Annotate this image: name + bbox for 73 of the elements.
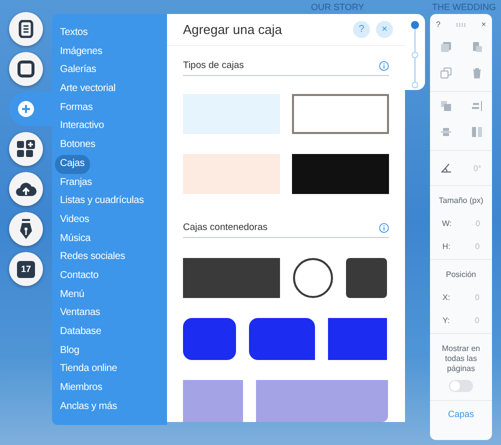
panel-title: Agregar una caja xyxy=(183,22,284,37)
rail-button[interactable] xyxy=(9,132,43,166)
drag-handle-icon[interactable] xyxy=(456,22,466,26)
site-nav-link[interactable]: THE WEDDING xyxy=(432,2,496,12)
layers-button[interactable]: Capas xyxy=(430,401,492,427)
menu-item[interactable]: Ventanas xyxy=(55,304,106,323)
menu-item[interactable]: Imágenes xyxy=(55,42,108,62)
container-preset[interactable] xyxy=(183,318,236,360)
menu-item[interactable]: Tienda online xyxy=(55,360,122,380)
field-label: X: xyxy=(442,293,450,302)
rotation-value[interactable]: 0° xyxy=(474,164,482,172)
size-value[interactable]: 0 xyxy=(476,219,480,228)
menu-item[interactable]: Franjas xyxy=(55,174,97,192)
document-icon xyxy=(18,20,34,38)
rail-button[interactable] xyxy=(9,212,43,246)
menu-item[interactable]: Anclas y más xyxy=(55,398,122,416)
distribute-icon[interactable] xyxy=(440,126,452,138)
pen-nib-icon xyxy=(19,218,33,240)
menu-item[interactable]: Formas xyxy=(55,98,98,118)
help-button[interactable]: ? xyxy=(353,21,370,38)
field-label: Y: xyxy=(442,316,450,325)
close-button[interactable]: × xyxy=(376,21,393,38)
rail-button[interactable] xyxy=(9,12,43,46)
section-title: Posición xyxy=(446,270,476,279)
plus-icon xyxy=(18,101,34,117)
position-value[interactable]: 0 xyxy=(474,316,480,325)
paste-icon[interactable] xyxy=(470,41,482,53)
angle-icon xyxy=(440,163,452,173)
menu-item[interactable]: Database xyxy=(55,323,106,342)
menu-item[interactable]: Interactivo xyxy=(55,117,109,136)
section-title: Tamaño (px) xyxy=(438,196,484,205)
arrange-icon[interactable] xyxy=(440,100,452,112)
position-value[interactable]: 0 xyxy=(475,293,480,302)
align-icon[interactable] xyxy=(470,100,482,112)
help-button[interactable]: ? xyxy=(436,20,440,29)
square-icon xyxy=(17,60,35,78)
menu-item[interactable]: Menú xyxy=(55,286,90,304)
copy-icon[interactable] xyxy=(440,41,452,53)
rail-button[interactable]: 17 xyxy=(9,252,43,286)
menu-item[interactable]: Listas y cuadrículas xyxy=(55,192,149,211)
rail-button[interactable] xyxy=(9,172,43,206)
info-icon[interactable] xyxy=(379,60,389,70)
menu-item[interactable]: Miembros xyxy=(55,379,108,398)
rail-button[interactable] xyxy=(9,52,43,86)
cloud-upload-icon xyxy=(15,181,37,197)
section-title: Cajas contenedoras xyxy=(183,222,268,233)
menu-item[interactable]: Música xyxy=(55,230,96,248)
menu-item[interactable]: Arte vectorial xyxy=(55,80,121,99)
menu-item[interactable]: Redes sociales xyxy=(55,248,130,267)
container-preset[interactable] xyxy=(293,258,333,298)
menu-item[interactable]: Cajas xyxy=(55,154,90,174)
menu-item[interactable]: Videos xyxy=(55,210,94,230)
trash-icon[interactable] xyxy=(470,67,482,79)
toggle-label: Mostrar en todas las páginas xyxy=(440,344,482,374)
menu-item[interactable]: Textos xyxy=(55,24,93,43)
stepper[interactable] xyxy=(410,20,420,90)
match-size-icon[interactable] xyxy=(470,126,482,138)
calendar-icon: 17 xyxy=(17,260,35,278)
size-value[interactable]: 0 xyxy=(475,242,480,251)
menu-item[interactable]: Galerías xyxy=(55,61,102,80)
site-nav-link[interactable]: OUR STORY xyxy=(311,2,364,12)
menu-item[interactable]: Botones xyxy=(55,136,100,155)
menu-item[interactable]: Blog xyxy=(55,342,84,360)
apps-icon xyxy=(16,139,36,159)
toggle-switch[interactable] xyxy=(449,380,473,392)
field-label: H: xyxy=(442,242,450,251)
box-preset[interactable] xyxy=(292,94,389,134)
info-icon[interactable] xyxy=(379,222,389,232)
section-title: Tipos de cajas xyxy=(183,60,244,71)
duplicate-icon[interactable] xyxy=(440,67,452,79)
field-label: W: xyxy=(442,219,452,228)
menu-item[interactable]: Contacto xyxy=(55,266,104,286)
close-button[interactable]: × xyxy=(481,20,486,29)
